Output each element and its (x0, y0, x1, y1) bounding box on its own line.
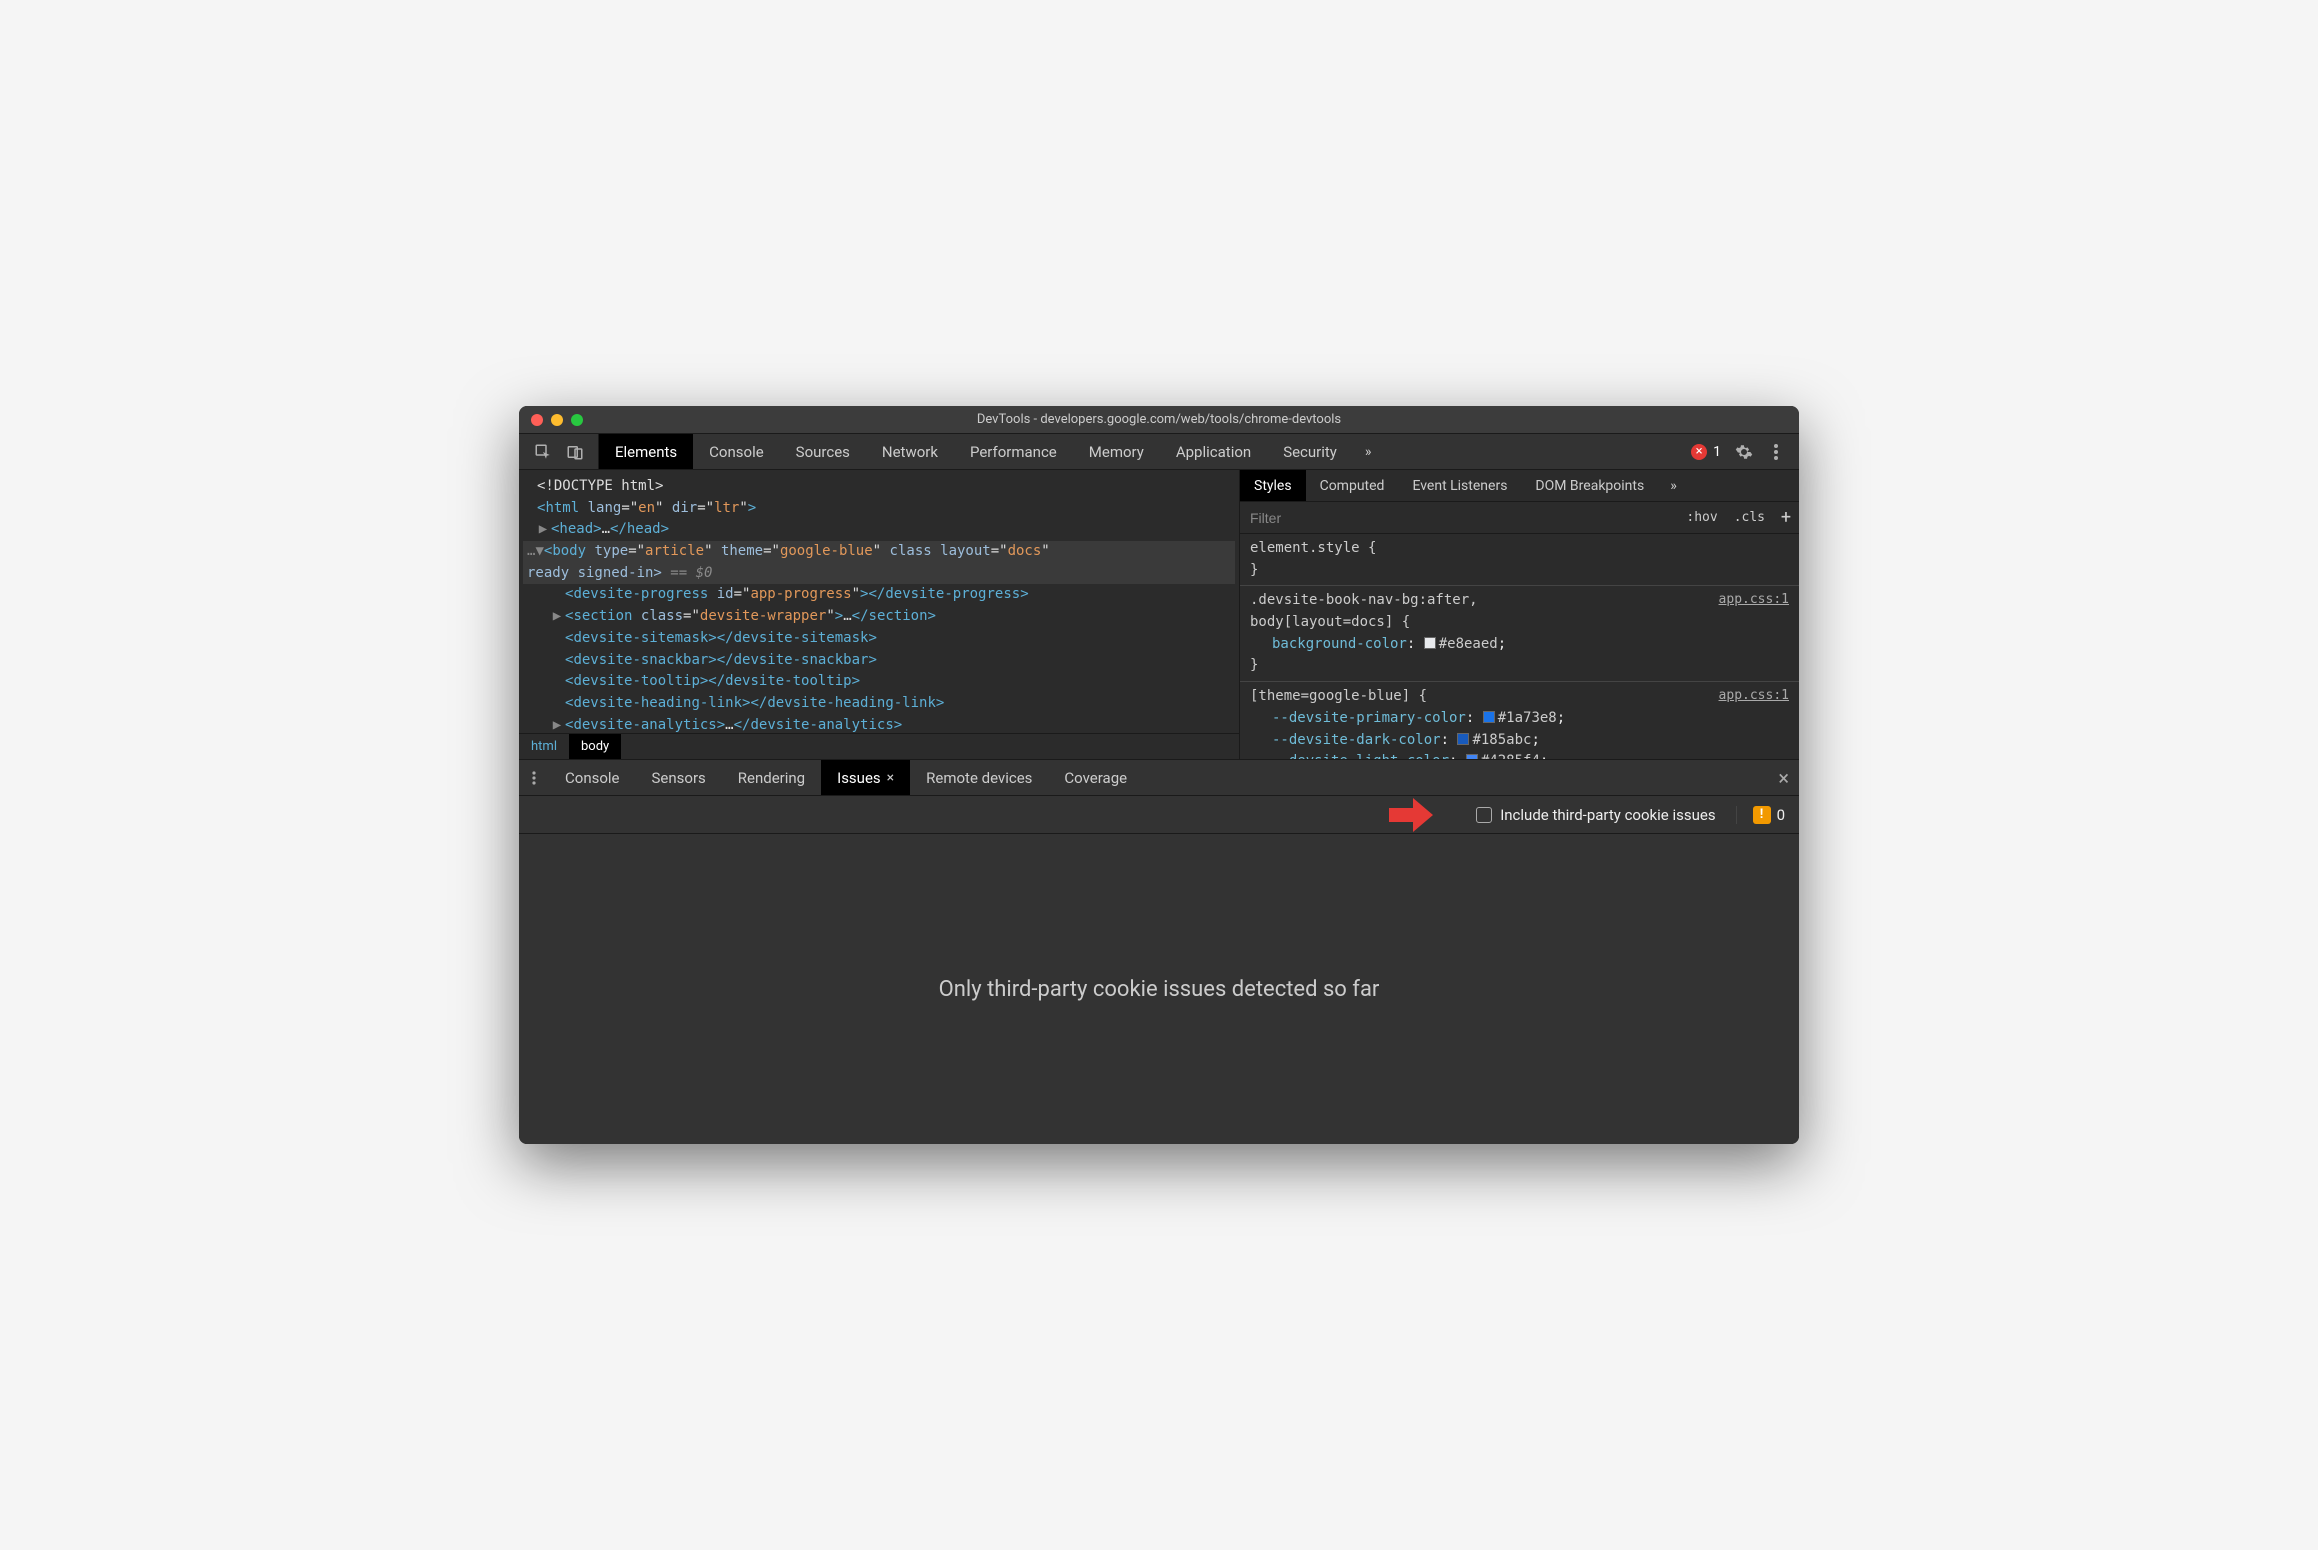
panels-row: <!DOCTYPE html> <html lang="en" dir="ltr… (519, 470, 1799, 760)
elements-panel: <!DOCTYPE html> <html lang="en" dir="ltr… (519, 470, 1239, 759)
drawer-tab-rendering[interactable]: Rendering (722, 760, 821, 795)
more-styles-tabs-button[interactable]: » (1658, 470, 1689, 501)
style-block[interactable]: element.style { } (1240, 534, 1799, 586)
drawer-kebab-icon[interactable] (519, 760, 549, 795)
dom-line[interactable]: <devsite-progress id="app-progress"></de… (523, 584, 1235, 606)
expand-icon[interactable]: ▶ (537, 519, 549, 541)
toolbar-left-icons (519, 434, 599, 469)
drawer-tabs: Console Sensors Rendering Issues× Remote… (519, 760, 1799, 796)
breadcrumb-item[interactable]: body (569, 734, 621, 759)
expand-icon[interactable]: ▶ (551, 606, 563, 628)
tab-memory[interactable]: Memory (1073, 434, 1160, 469)
drawer-tab-coverage[interactable]: Coverage (1048, 760, 1143, 795)
drawer: Console Sensors Rendering Issues× Remote… (519, 760, 1799, 1144)
checkbox-label: Include third-party cookie issues (1500, 806, 1715, 824)
close-tab-icon[interactable]: × (887, 770, 894, 786)
color-swatch-icon[interactable] (1424, 637, 1436, 649)
tab-network[interactable]: Network (866, 434, 954, 469)
window-title: DevTools - developers.google.com/web/too… (519, 412, 1799, 427)
include-third-party-checkbox[interactable]: Include third-party cookie issues (1476, 806, 1715, 824)
error-badge[interactable]: 1 (1691, 444, 1721, 460)
close-window-button[interactable] (531, 414, 543, 426)
style-block[interactable]: app.css:1 .devsite-book-nav-bg:after, bo… (1240, 586, 1799, 682)
styles-filter-input[interactable] (1240, 510, 1678, 526)
tab-security[interactable]: Security (1267, 434, 1353, 469)
main-toolbar: Elements Console Sources Network Perform… (519, 434, 1799, 470)
dom-line[interactable]: ▶<devsite-analytics>…</devsite-analytics… (523, 715, 1235, 733)
inspect-element-icon[interactable] (534, 443, 552, 461)
dom-line[interactable]: <devsite-sitemask></devsite-sitemask> (523, 628, 1235, 650)
dom-line[interactable]: <!DOCTYPE html> (523, 476, 1235, 498)
devtools-window: DevTools - developers.google.com/web/too… (519, 406, 1799, 1144)
dom-line[interactable]: <devsite-heading-link></devsite-heading-… (523, 693, 1235, 715)
dom-line[interactable]: <html lang="en" dir="ltr"> (523, 498, 1235, 520)
tab-application[interactable]: Application (1160, 434, 1267, 469)
titlebar: DevTools - developers.google.com/web/too… (519, 406, 1799, 434)
minimize-window-button[interactable] (551, 414, 563, 426)
collapse-icon[interactable]: ▼ (535, 543, 543, 559)
annotation-arrow-icon (1389, 798, 1433, 836)
kebab-menu-icon[interactable] (1767, 443, 1785, 461)
breadcrumb-item[interactable]: html (519, 734, 569, 759)
drawer-tab-sensors[interactable]: Sensors (636, 760, 722, 795)
dom-line[interactable]: ▶<head>…</head> (523, 519, 1235, 541)
issues-toolbar: Include third-party cookie issues 0 (519, 796, 1799, 834)
device-toggle-icon[interactable] (566, 443, 584, 461)
traffic-lights (519, 414, 583, 426)
tab-sources[interactable]: Sources (780, 434, 866, 469)
drawer-tab-console[interactable]: Console (549, 760, 636, 795)
issues-counter[interactable]: 0 (1736, 806, 1785, 824)
cls-toggle[interactable]: .cls (1726, 510, 1773, 525)
style-block[interactable]: app.css:1 [theme=google-blue] { --devsit… (1240, 682, 1799, 759)
expand-icon[interactable]: ▶ (551, 715, 563, 733)
styles-tab-styles[interactable]: Styles (1240, 470, 1306, 501)
color-swatch-icon[interactable] (1466, 754, 1478, 759)
hov-toggle[interactable]: :hov (1678, 510, 1725, 525)
styles-tab-dom-breakpoints[interactable]: DOM Breakpoints (1521, 470, 1658, 501)
close-drawer-button[interactable]: × (1778, 760, 1789, 795)
style-source-link[interactable]: app.css:1 (1719, 590, 1789, 610)
dom-line[interactable]: <devsite-snackbar></devsite-snackbar> (523, 650, 1235, 672)
new-style-rule-button[interactable]: + (1773, 507, 1799, 528)
issues-body: Only third-party cookie issues detected … (519, 834, 1799, 1144)
styles-filter-bar: :hov .cls + (1240, 502, 1799, 534)
styles-tab-computed[interactable]: Computed (1306, 470, 1399, 501)
color-swatch-icon[interactable] (1457, 733, 1469, 745)
color-swatch-icon[interactable] (1483, 711, 1495, 723)
toolbar-right: 1 (1677, 434, 1799, 469)
tab-console[interactable]: Console (693, 434, 780, 469)
dom-line-selected[interactable]: …▼<body type="article" theme="google-blu… (523, 541, 1235, 563)
dom-tree[interactable]: <!DOCTYPE html> <html lang="en" dir="ltr… (519, 470, 1239, 733)
main-tabs: Elements Console Sources Network Perform… (599, 434, 1677, 469)
issues-count: 0 (1777, 806, 1785, 824)
style-source-link[interactable]: app.css:1 (1719, 686, 1789, 706)
styles-tab-event-listeners[interactable]: Event Listeners (1398, 470, 1521, 501)
zoom-window-button[interactable] (571, 414, 583, 426)
breadcrumb: html body (519, 733, 1239, 759)
more-tabs-button[interactable]: » (1353, 434, 1384, 469)
drawer-tab-remote-devices[interactable]: Remote devices (910, 760, 1048, 795)
dom-line[interactable]: ▶<section class="devsite-wrapper">…</sec… (523, 606, 1235, 628)
warning-icon (1753, 806, 1771, 824)
checkbox-icon (1476, 807, 1492, 823)
issues-empty-message: Only third-party cookie issues detected … (939, 977, 1380, 1002)
styles-panel: Styles Computed Event Listeners DOM Brea… (1239, 470, 1799, 759)
dom-line[interactable]: <devsite-tooltip></devsite-tooltip> (523, 671, 1235, 693)
tab-performance[interactable]: Performance (954, 434, 1073, 469)
styles-tabs: Styles Computed Event Listeners DOM Brea… (1240, 470, 1799, 502)
gear-icon[interactable] (1735, 443, 1753, 461)
styles-body[interactable]: element.style { } app.css:1 .devsite-boo… (1240, 534, 1799, 759)
dom-line-selected[interactable]: ready signed-in> == $0 (523, 563, 1235, 585)
drawer-tab-issues[interactable]: Issues× (821, 760, 910, 795)
error-icon (1691, 444, 1707, 460)
tab-elements[interactable]: Elements (599, 434, 693, 469)
error-count: 1 (1713, 444, 1721, 460)
